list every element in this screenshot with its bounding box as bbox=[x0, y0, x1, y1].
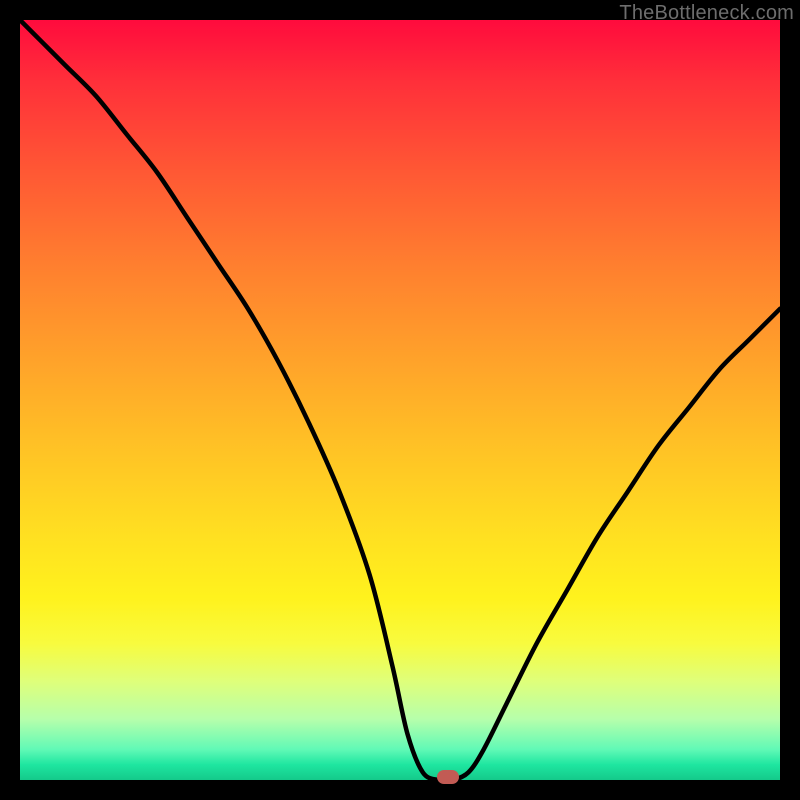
watermark-text: TheBottleneck.com bbox=[619, 2, 794, 25]
plot-area bbox=[20, 20, 780, 780]
chart-frame: TheBottleneck.com bbox=[0, 0, 800, 800]
bottleneck-curve bbox=[20, 20, 780, 780]
bottleneck-marker bbox=[437, 770, 459, 784]
